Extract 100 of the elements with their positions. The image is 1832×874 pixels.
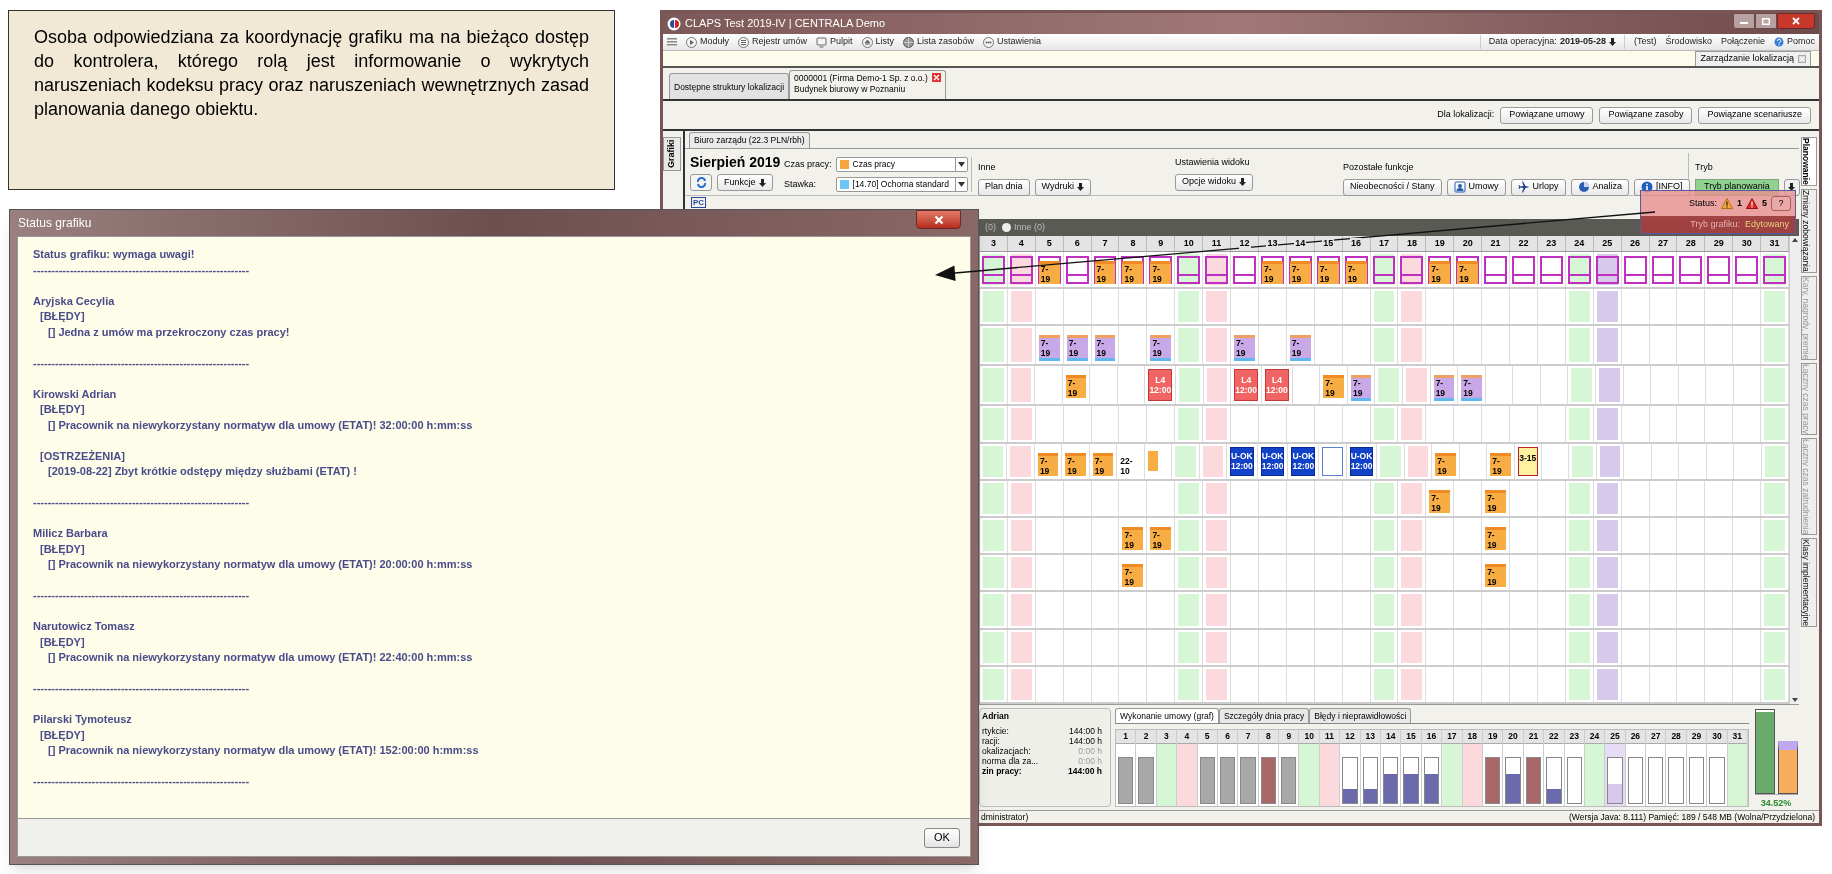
toolbar-button[interactable]: Wydruki	[1034, 178, 1091, 196]
day-background	[1596, 668, 1618, 701]
toolbar-button[interactable]: Plan dnia	[978, 178, 1030, 196]
error-count: 5	[1762, 196, 1767, 210]
day-header: 8	[1129, 238, 1137, 249]
dropdown-arrow-icon	[957, 162, 965, 167]
operational-date-menu[interactable]: Data operacyjna: 2019-05-28	[1479, 35, 1625, 49]
separator-text: -----------------------------------------------------------	[33, 774, 251, 789]
side-tab[interactable]: Planowanie	[1801, 137, 1817, 186]
down-arrow-icon	[1608, 38, 1616, 46]
employee-name: Adrian	[982, 711, 1010, 721]
window-title: CLAPS Test 2019-IV | CENTRALA Demo	[685, 16, 886, 32]
menu-item[interactable]: (Test)	[1633, 35, 1657, 49]
day-background	[1206, 668, 1228, 701]
day-background	[1010, 557, 1032, 589]
menu-item[interactable]: Środowisko	[1665, 35, 1712, 49]
day-background	[1596, 520, 1618, 552]
shift-tag: 7-19	[1150, 527, 1172, 550]
document-tab[interactable]: Dostępne struktury lokalizacji	[669, 73, 790, 99]
day-background	[1401, 408, 1423, 440]
shift-tag: 7-19	[1485, 489, 1507, 513]
day-header: 27	[1646, 730, 1666, 744]
message-line: [BŁĘDY]	[39, 634, 86, 650]
ok-button[interactable]: OK	[924, 827, 960, 848]
location-button[interactable]: Powiązane scenariusze	[1698, 106, 1811, 124]
location-button[interactable]: Powiązane umowy	[1500, 106, 1594, 124]
shift-tag: 7-19	[1429, 489, 1451, 513]
close-button[interactable]	[916, 210, 961, 229]
grafiki-tab[interactable]: Grafiki	[663, 137, 681, 171]
day-background	[1764, 631, 1785, 663]
day-background	[1178, 408, 1200, 440]
menu-item[interactable]: Rejestr umów	[738, 35, 808, 49]
shift-tag: 7-19	[1461, 375, 1482, 402]
filter-radio[interactable]: Inne (0)	[1002, 220, 1046, 235]
maximize-button[interactable]	[1755, 13, 1777, 29]
day-background	[1401, 482, 1423, 514]
day-header: 31	[1727, 730, 1747, 744]
menu-item[interactable]: Lista zasobów	[903, 35, 975, 49]
menu-item[interactable]: Moduły	[686, 35, 729, 49]
day-background	[1010, 668, 1032, 701]
toolbar-button[interactable]: Analiza	[1570, 178, 1630, 196]
day-background	[1179, 368, 1200, 403]
block-time: 12:00	[1235, 385, 1258, 396]
tab-title: 0000001 (Firma Demo-1 Sp. z o.o.)	[794, 73, 928, 84]
minimize-button[interactable]	[1733, 13, 1755, 29]
shift-tag: 7-19	[1490, 452, 1511, 476]
scrollbar[interactable]	[1789, 236, 1799, 704]
callout-text: Osoba odpowiedziana za koordynację grafiku ma na bieżąco dostęp do kontrolera, którego rolą jest informowanie o wykrytych naruszeniach kodeksu pracy oraz naruszeniach wewnętrznych zasad planowania danego obiektu.	[34, 26, 589, 121]
day-header: 17	[1378, 238, 1390, 249]
bottom-tab[interactable]: Wykonanie umowy (graf)	[1115, 708, 1219, 723]
close-button[interactable]	[1777, 13, 1815, 29]
menu-item[interactable]: Pulpit	[816, 35, 853, 49]
view-options-button[interactable]: Opcje widoku	[1175, 173, 1254, 191]
toolbar-button[interactable]: Umowy	[1446, 178, 1506, 196]
refresh-button[interactable]	[690, 174, 712, 191]
summary-label: zin pracy:	[982, 766, 1022, 776]
operational-date-value: 2019-05-28	[1559, 35, 1606, 49]
day-background	[1175, 445, 1196, 477]
toolbar-button[interactable]: Urlopy	[1510, 178, 1566, 196]
status-help-button[interactable]: ?	[1771, 196, 1791, 211]
day-header: 19	[1433, 238, 1446, 249]
select-field[interactable]: Czas pracy	[835, 157, 968, 172]
shift-tag: 7-19	[1435, 452, 1456, 476]
location-button[interactable]: Powiązane zasoby	[1599, 106, 1693, 124]
help-menu[interactable]: Pomoc	[1774, 35, 1815, 49]
toolbar-button[interactable]: Nieobecności / Stany	[1343, 178, 1442, 196]
day-background	[1568, 482, 1590, 514]
down-arrow-icon	[1239, 178, 1247, 186]
select-field[interactable]: [14.70] Ochorna standard	[835, 177, 968, 192]
shift-tag: 7-19	[1457, 261, 1479, 284]
separator-text: -----------------------------------------------------------	[33, 355, 251, 371]
plan-box	[1707, 256, 1731, 285]
day-header: 9	[1279, 730, 1299, 744]
day-background	[1596, 408, 1618, 440]
menu-item[interactable]: Połączenie	[1720, 35, 1765, 49]
day-background	[1401, 520, 1423, 552]
unit-tab[interactable]: Biuro zarządu (22.3 PLN/rbh)	[689, 132, 810, 148]
summary-label: racji:	[982, 736, 1000, 746]
plan-box	[1679, 256, 1703, 285]
day-background	[983, 631, 1004, 663]
location-management-tab[interactable]: Zarządzanie lokalizacją	[1695, 51, 1811, 66]
menu-item[interactable]: Listy	[861, 35, 895, 49]
shift-tag: 7-19	[1094, 261, 1116, 284]
menu-item[interactable]: Ustawienia	[983, 35, 1042, 49]
functions-button[interactable]: Funkcje	[717, 174, 773, 191]
day-background	[1373, 520, 1395, 552]
shift-tag: 7-19	[1038, 335, 1060, 362]
bottom-tab[interactable]: Szczegóły dnia pracy	[1218, 708, 1310, 723]
message-line: [BŁĘDY]	[39, 402, 86, 417]
side-tab[interactable]: Klasy implementacyjne	[1801, 538, 1817, 628]
bottom-tab[interactable]: Błędy i nieprawidłowości	[1309, 708, 1412, 723]
day-header: 16	[1421, 730, 1442, 744]
day-header: 10	[1299, 730, 1319, 744]
document-tab[interactable]: 0000001 (Firma Demo-1 Sp. z o.o.) Budynek biurowy w Poznaniu	[789, 70, 946, 99]
side-tab[interactable]: Zmiany zobowiązania	[1801, 188, 1817, 273]
day-background	[1571, 368, 1592, 403]
day-background	[983, 291, 1004, 323]
day-background	[1764, 482, 1785, 514]
shift-tag: 7-19	[1429, 261, 1451, 284]
shift-tag: 7-19	[1350, 375, 1372, 402]
